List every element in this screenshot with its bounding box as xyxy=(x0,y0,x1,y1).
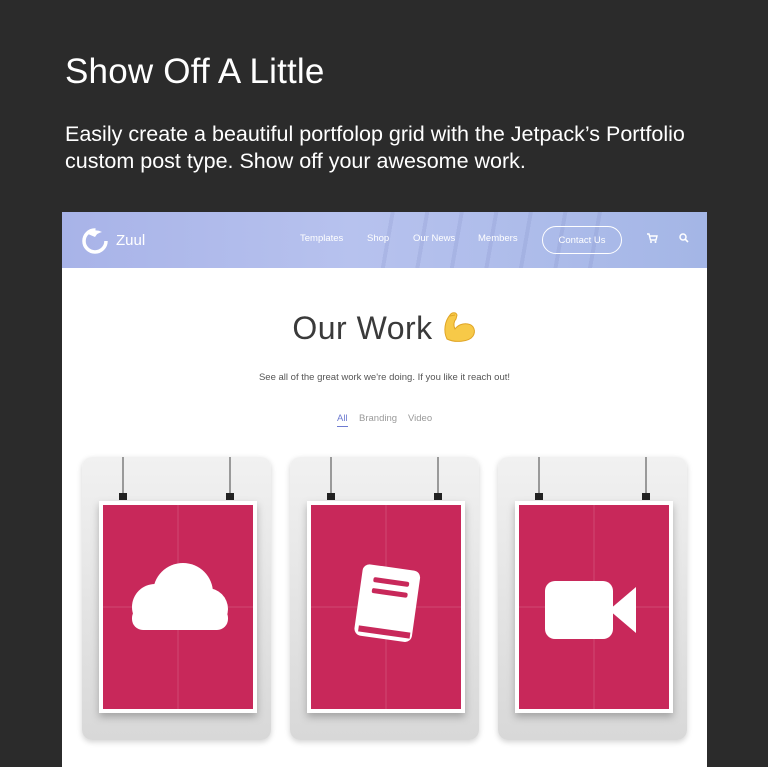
site-logo[interactable]: Zuul xyxy=(80,225,145,255)
portfolio-item[interactable] xyxy=(290,457,479,740)
portfolio-item[interactable] xyxy=(498,457,687,740)
nav-item-templates[interactable]: Templates xyxy=(300,233,343,244)
filter-video[interactable]: Video xyxy=(408,413,432,424)
page-title-text: Our Work xyxy=(292,310,433,346)
site-header: Zuul Templates Shop Our News Members Con… xyxy=(62,212,707,268)
nav-item-our-news[interactable]: Our News xyxy=(413,233,455,244)
filter-all[interactable]: All xyxy=(337,413,348,427)
book-icon xyxy=(354,564,421,642)
flexed-biceps-icon xyxy=(444,312,475,342)
poster-graphic xyxy=(99,457,257,713)
contact-us-button[interactable]: Contact Us xyxy=(542,226,622,254)
portfolio-item[interactable] xyxy=(82,457,271,740)
nav-item-members[interactable]: Members xyxy=(478,233,518,244)
poster-graphic xyxy=(515,457,673,713)
page-subtitle: See all of the great work we're doing. I… xyxy=(258,372,511,383)
promo-headline: Show Off A Little xyxy=(65,52,325,91)
page-title: Our Work xyxy=(62,309,707,347)
poster-graphic xyxy=(307,457,465,713)
promo-subtext: Easily create a beautiful portfolop grid… xyxy=(65,122,685,173)
filter-branding[interactable]: Branding xyxy=(359,413,397,424)
logo-text: Zuul xyxy=(116,231,146,249)
search-icon[interactable] xyxy=(678,232,690,244)
nav-item-shop[interactable]: Shop xyxy=(367,233,389,244)
cart-icon[interactable] xyxy=(646,232,658,244)
website-screenshot: Zuul Templates Shop Our News Members Con… xyxy=(62,212,707,767)
logo-icon xyxy=(82,228,108,254)
